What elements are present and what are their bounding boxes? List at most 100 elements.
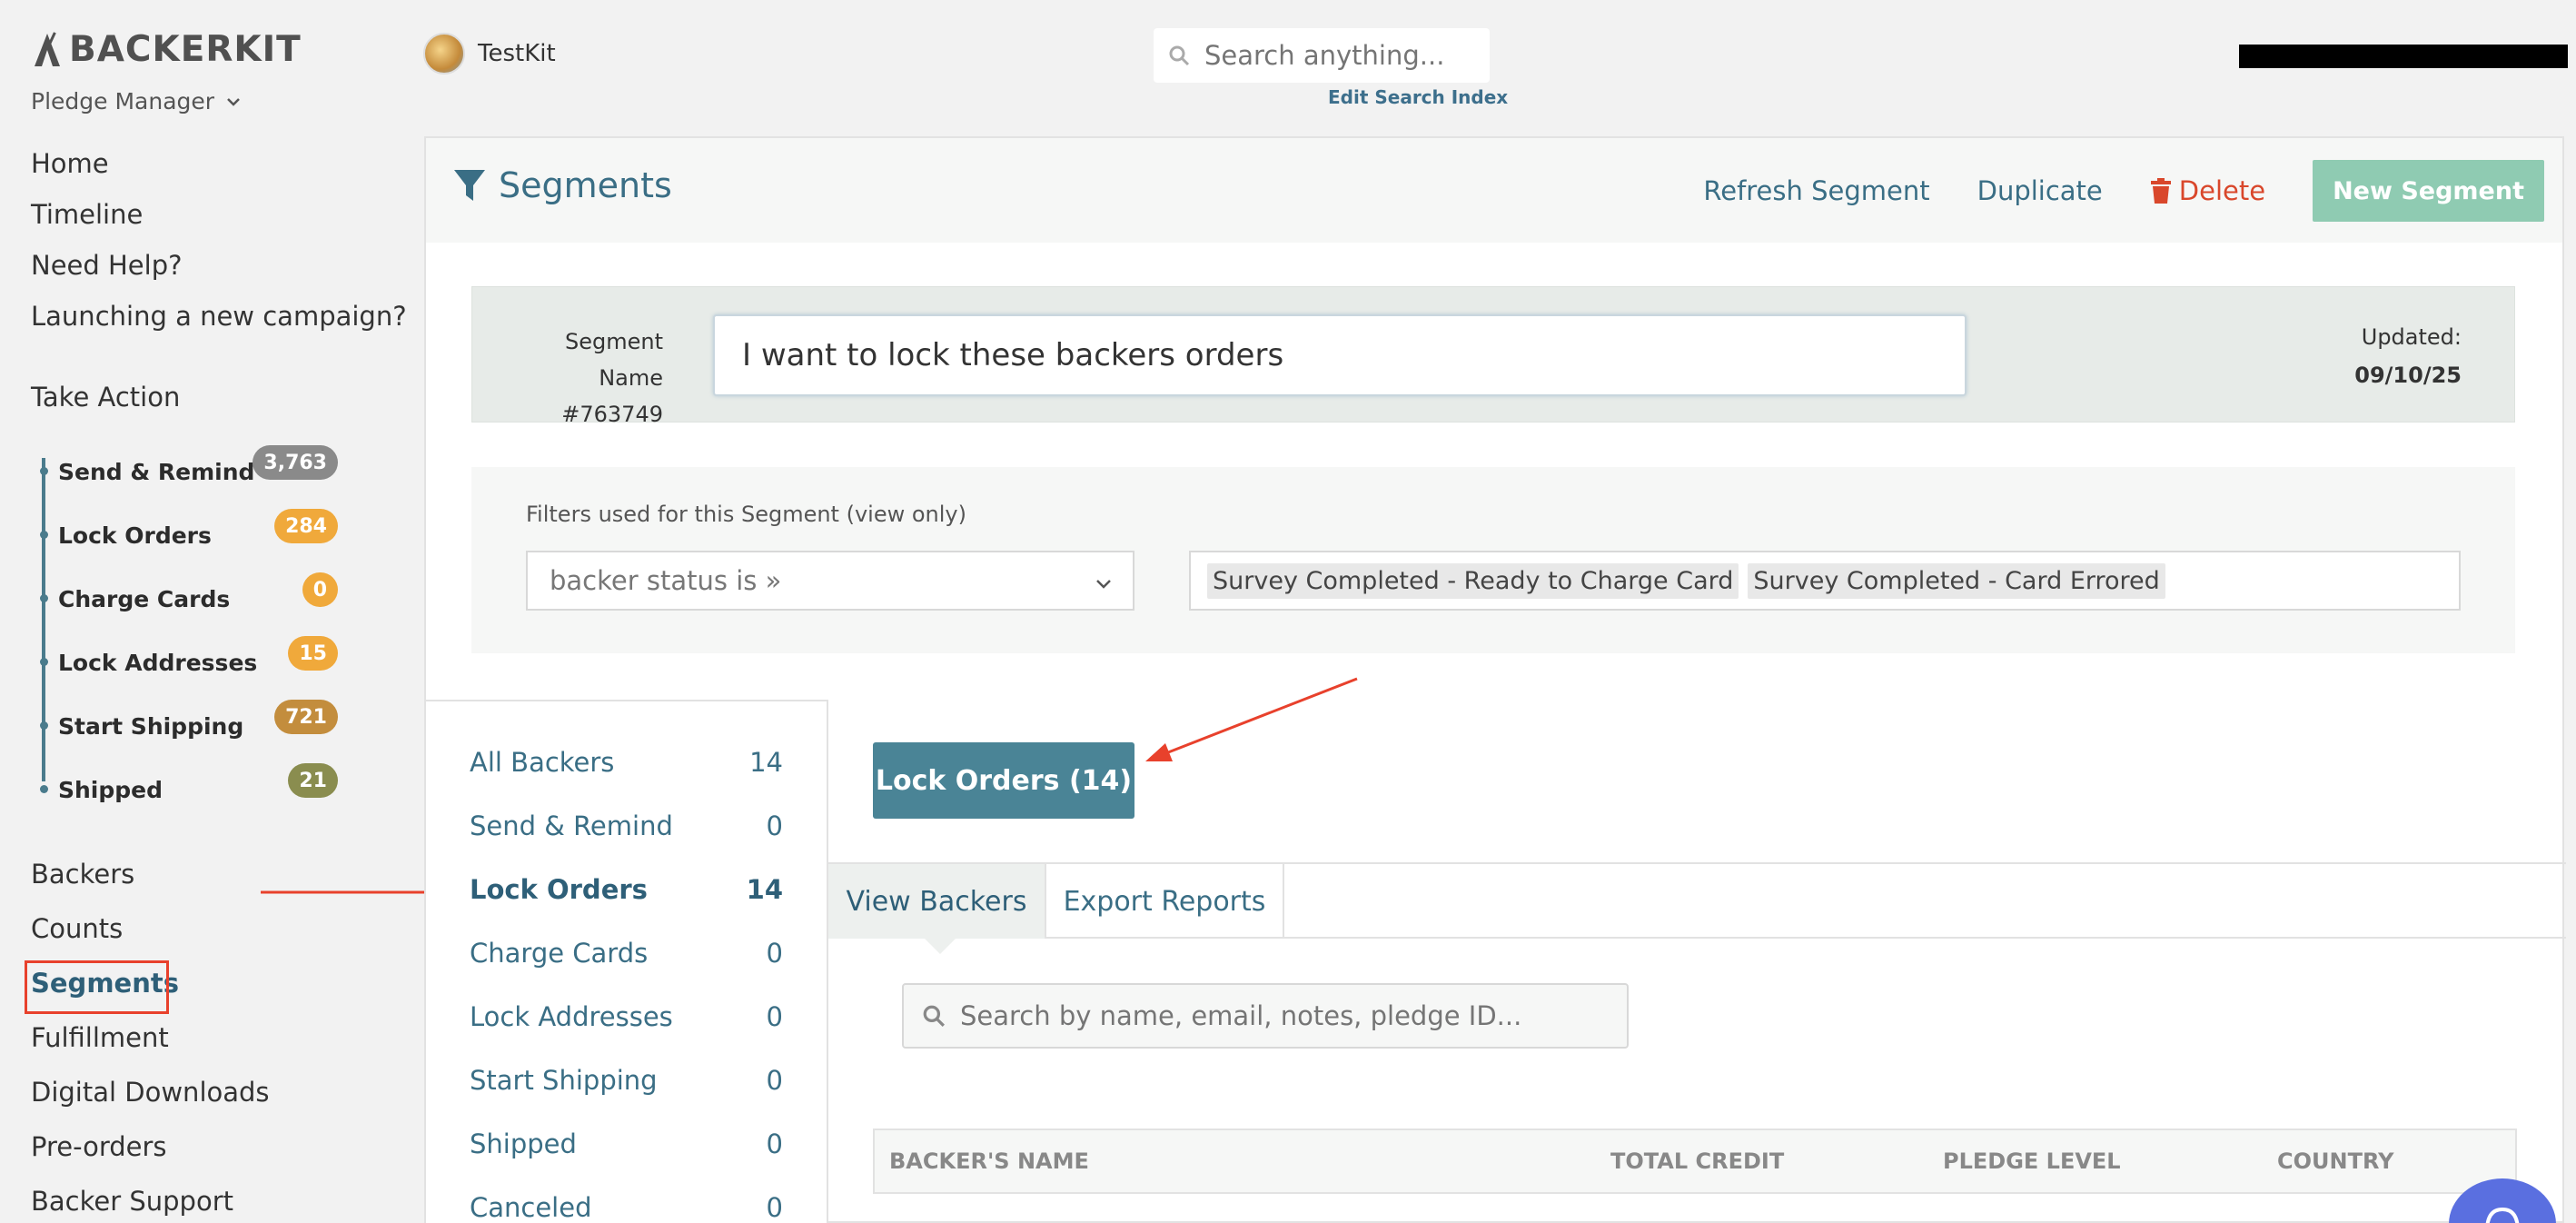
status-item-all-backers[interactable]: All Backers 14 [470,747,783,778]
chat-icon [2485,1207,2520,1223]
segment-name-label: Segment Name #763749 [500,323,663,433]
segment-updated: Updated: 09/10/25 [2354,318,2462,394]
status-count: 0 [766,1001,783,1032]
annotation-arrow-icon [1145,677,1358,761]
filter-tag: Survey Completed - Card Errored [1748,562,2165,599]
status-count: 0 [766,1065,783,1096]
duplicate-button[interactable]: Duplicate [1977,175,2103,206]
segment-name-input[interactable] [713,314,1967,396]
status-label: Start Shipping [470,1065,658,1096]
status-label: Lock Orders [470,874,648,905]
status-label: Shipped [470,1129,577,1159]
segment-id: #763749 [561,402,663,427]
nav-timeline[interactable]: Timeline [31,196,407,247]
refresh-segment-button[interactable]: Refresh Segment [1703,175,1929,206]
segment-name-caption: Segment Name [565,329,663,391]
status-count: 14 [749,747,783,778]
nav-backers[interactable]: Backers [31,856,270,910]
pledge-manager-label: Pledge Manager [31,88,215,114]
tab-view-backers[interactable]: View Backers [828,864,1046,939]
nav-need-help[interactable]: Need Help? [31,247,407,298]
take-action-label: Send & Remind [58,458,255,485]
kit-name: TestKit [478,40,556,67]
chevron-down-icon [227,97,240,106]
status-item-start-shipping[interactable]: Start Shipping 0 [470,1065,783,1096]
column-header-pledge-level[interactable]: PLEDGE LEVEL [1943,1148,2121,1174]
edit-search-index-link[interactable]: Edit Search Index [1328,86,1508,108]
take-action-item-lock-orders[interactable]: Lock Orders 284 [40,509,349,572]
nav-pre-orders[interactable]: Pre-orders [31,1129,270,1183]
take-action-item-shipped[interactable]: Shipped 21 [40,763,349,827]
status-item-lock-addresses[interactable]: Lock Addresses 0 [470,1001,783,1032]
backerkit-logo[interactable]: BACKERKIT [31,27,302,71]
pledge-manager-dropdown[interactable]: Pledge Manager [31,88,242,114]
status-label: All Backers [470,747,615,778]
filters-label: Filters used for this Segment (view only… [526,502,966,527]
nav-counts[interactable]: Counts [31,910,270,965]
status-item-lock-orders[interactable]: Lock Orders 14 [470,874,783,905]
chevron-down-icon [1096,580,1111,589]
segment-panel: Segments Refresh Segment Duplicate Delet… [424,136,2566,1223]
take-action-item-charge-cards[interactable]: Charge Cards 0 [40,572,349,636]
status-label: Charge Cards [470,938,649,969]
active-tab-caret [924,938,956,954]
timeline-dot [40,594,48,602]
backer-search-input[interactable] [960,1000,1596,1031]
column-header-country[interactable]: COUNTRY [2277,1148,2394,1174]
logo-text: BACKERKIT [69,28,302,70]
count-badge: 15 [288,636,338,671]
search-icon [1169,45,1190,66]
trash-icon [2150,178,2171,204]
count-badge: 0 [302,572,338,607]
column-header-backer-name[interactable]: BACKER'S NAME [889,1148,1089,1174]
take-action-label: Start Shipping [58,712,244,740]
nav-home[interactable]: Home [31,145,407,196]
status-item-shipped[interactable]: Shipped 0 [470,1129,783,1159]
new-segment-button[interactable]: New Segment [2313,160,2544,222]
timeline-dot [40,721,48,730]
kit-selector[interactable]: TestKit [423,33,556,75]
sidebar: BACKERKIT Pledge Manager Home Timeline N… [0,0,409,1223]
status-count: 0 [766,810,783,841]
header-actions: Refresh Segment Duplicate Delete New Seg… [1703,160,2562,222]
segment-name-section: Segment Name #763749 Updated: 09/10/25 [471,286,2515,427]
panel-header: Segments Refresh Segment Duplicate Delet… [426,138,2562,243]
filters-section: Filters used for this Segment (view only… [471,467,2515,653]
take-action-item-lock-addresses[interactable]: Lock Addresses 15 [40,636,349,700]
status-item-send-remind[interactable]: Send & Remind 0 [470,810,783,841]
timeline-dot [40,467,48,475]
column-header-total-credit[interactable]: TOTAL CREDIT [1610,1148,1784,1174]
nav-backer-support[interactable]: Backer Support [31,1183,270,1223]
global-search[interactable] [1154,28,1490,83]
nav-launching-campaign[interactable]: Launching a new campaign? [31,298,407,349]
take-action-label: Lock Addresses [58,649,258,676]
nav-fulfillment[interactable]: Fulfillment [31,1019,270,1074]
take-action-label: Lock Orders [58,522,212,549]
tab-export-reports[interactable]: Export Reports [1046,864,1284,939]
take-action-item-send-remind[interactable]: Send & Remind 3,763 [40,445,349,509]
nav-top: Home Timeline Need Help? Launching a new… [31,145,407,349]
filter-criteria-select[interactable]: backer status is » [526,551,1134,611]
take-action-item-start-shipping[interactable]: Start Shipping 721 [40,700,349,763]
global-search-input[interactable] [1204,40,1468,71]
status-label: Lock Addresses [470,1001,673,1032]
delete-button[interactable]: Delete [2150,175,2265,206]
status-item-charge-cards[interactable]: Charge Cards 0 [470,938,783,969]
filter-values-field[interactable]: Survey Completed - Ready to Charge Card … [1189,551,2461,611]
filter-criteria-value: backer status is » [550,565,782,596]
status-label: Send & Remind [470,810,673,841]
timeline-dot [40,785,48,793]
nav-digital-downloads[interactable]: Digital Downloads [31,1074,270,1129]
timeline-dot [40,531,48,539]
page-title-text: Segments [499,165,672,205]
status-count: 0 [766,938,783,969]
logo-mark-icon [35,32,60,66]
status-item-canceled[interactable]: Canceled 0 [470,1192,783,1223]
lock-orders-button[interactable]: Lock Orders (14) [873,742,1134,819]
redacted-user-area [2239,45,2568,68]
status-count: 0 [766,1129,783,1159]
updated-date: 09/10/25 [2354,363,2462,388]
filter-tag: Survey Completed - Ready to Charge Card [1207,562,1739,599]
backer-search[interactable] [902,983,1629,1049]
results-tabs: View Backers Export Reports [828,862,2566,954]
